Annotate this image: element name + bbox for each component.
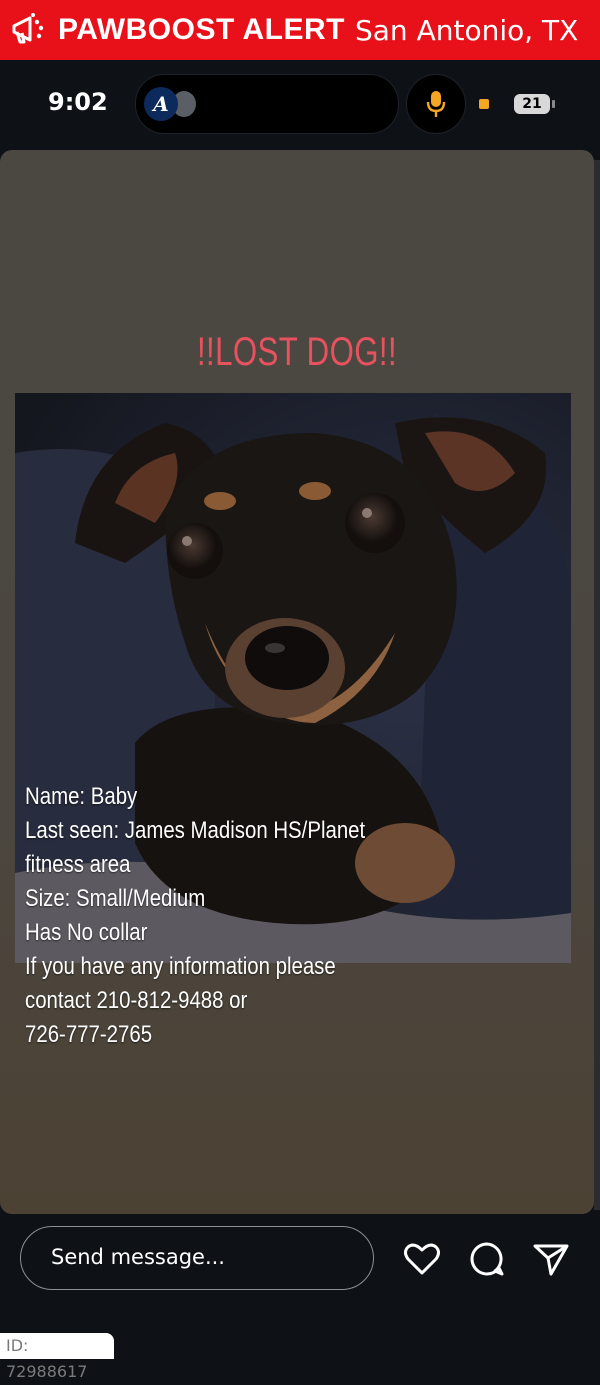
send-icon[interactable] <box>532 1240 570 1278</box>
send-message-input[interactable]: Send message... <box>20 1226 374 1290</box>
battery-tip <box>552 100 555 108</box>
comment-icon[interactable] <box>468 1240 506 1278</box>
info-line: Has No collar <box>25 919 148 946</box>
megaphone-paw-icon <box>8 10 48 50</box>
status-bar: 9:02 A 21 <box>0 60 600 148</box>
recording-dot-icon <box>479 99 489 109</box>
info-line: contact 210-812-9488 or <box>25 987 248 1014</box>
microphone-icon[interactable] <box>406 74 466 134</box>
heart-icon[interactable] <box>403 1240 441 1278</box>
info-line: 726-777-2765 <box>25 1021 153 1048</box>
braves-logo-icon: A <box>144 87 178 121</box>
story-card[interactable]: !!LOST DOG!! Name: Baby Last seen: James… <box>0 150 594 1214</box>
alert-brand: PAWBOOST ALERT <box>58 13 345 46</box>
clock-time: 9:02 <box>48 88 108 116</box>
info-line: Name: Baby <box>25 783 138 810</box>
dog-info: Name: Baby Last seen: James Madison HS/P… <box>25 780 365 1052</box>
pawboost-alert-banner: PAWBOOST ALERT San Antonio, TX <box>0 0 600 60</box>
lost-dog-title: !!LOST DOG!! <box>196 330 398 374</box>
next-story-edge[interactable] <box>594 160 600 1210</box>
battery-icon: 21 <box>514 94 550 114</box>
info-line: If you have any information please <box>25 953 336 980</box>
info-line: fitness area <box>25 851 131 878</box>
alert-location: San Antonio, TX <box>355 13 579 47</box>
info-line: Last seen: James Madison HS/Planet <box>25 817 366 844</box>
id-label: ID: 72988617 <box>0 1333 114 1381</box>
dynamic-island[interactable]: A <box>135 74 399 134</box>
info-line: Size: Small/Medium <box>25 885 206 912</box>
send-message-placeholder: Send message... <box>51 1245 225 1269</box>
